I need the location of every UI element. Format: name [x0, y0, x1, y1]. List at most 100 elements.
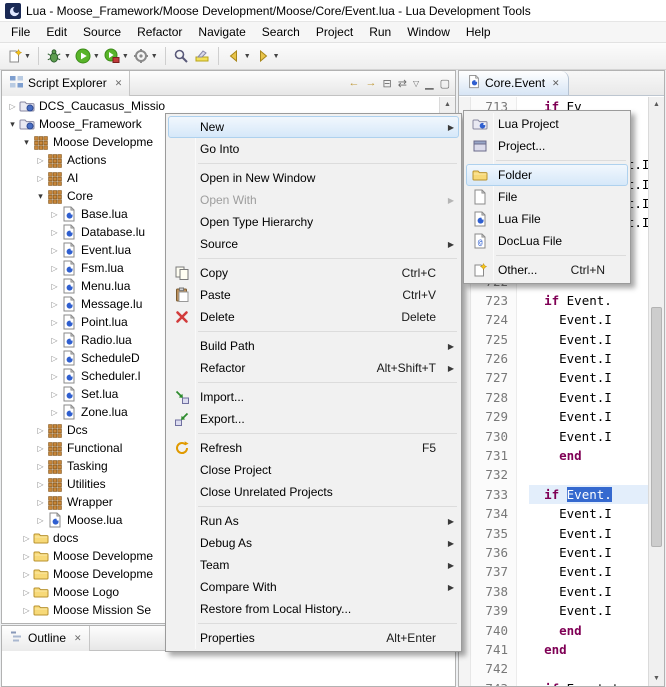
- menu-item-import[interactable]: Import...: [168, 386, 459, 408]
- menu-item-new[interactable]: New▶: [168, 116, 459, 138]
- external-tools-button[interactable]: ▼: [102, 45, 131, 67]
- close-icon[interactable]: ✕: [552, 78, 560, 89]
- menu-item-close-unrelated-projects[interactable]: Close Unrelated Projects: [168, 481, 459, 503]
- expand-arrow-icon[interactable]: ▷: [34, 498, 47, 507]
- menu-item-source[interactable]: Source▶: [168, 233, 459, 255]
- dropdown-caret-icon[interactable]: ▼: [122, 53, 129, 60]
- menu-item-copy[interactable]: CopyCtrl+C: [168, 262, 459, 284]
- close-icon[interactable]: ✕: [115, 78, 123, 89]
- menu-item-lua-file[interactable]: Lua File: [466, 208, 628, 230]
- menubar-edit[interactable]: Edit: [38, 23, 75, 41]
- expand-arrow-icon[interactable]: ▷: [20, 552, 33, 561]
- code-line-724[interactable]: 724 Event.I: [459, 310, 648, 329]
- code-line-739[interactable]: 739 Event.I: [459, 601, 648, 620]
- debug-button[interactable]: ▼: [44, 45, 73, 67]
- open-element-button[interactable]: [171, 45, 192, 67]
- expand-arrow-icon[interactable]: ▷: [34, 156, 47, 165]
- mark-occurrences-button[interactable]: [192, 45, 213, 67]
- tab-script-explorer[interactable]: Script Explorer ✕: [2, 71, 130, 96]
- expand-arrow-icon[interactable]: ▷: [48, 228, 61, 237]
- menu-item-project[interactable]: Project...: [466, 135, 628, 157]
- code-line-737[interactable]: 737 Event.I: [459, 562, 648, 581]
- expand-arrow-icon[interactable]: ▷: [48, 336, 61, 345]
- dropdown-caret-icon[interactable]: ▼: [273, 53, 280, 60]
- profile-button[interactable]: ▼: [131, 45, 160, 67]
- expand-arrow-icon[interactable]: ▷: [34, 426, 47, 435]
- code-line-730[interactable]: 730 Event.I: [459, 427, 648, 446]
- run-button[interactable]: ▼: [73, 45, 102, 67]
- menubar-project[interactable]: Project: [308, 23, 361, 41]
- collapse-arrow-icon[interactable]: ▾: [6, 119, 19, 130]
- code-line-728[interactable]: 728 Event.I: [459, 388, 648, 407]
- menu-item-compare-with[interactable]: Compare With▶: [168, 576, 459, 598]
- menu-item-refresh[interactable]: RefreshF5: [168, 437, 459, 459]
- expand-arrow-icon[interactable]: ▷: [48, 408, 61, 417]
- expand-arrow-icon[interactable]: ▷: [48, 318, 61, 327]
- menu-item-export[interactable]: Export...: [168, 408, 459, 430]
- collapse-arrow-icon[interactable]: ▾: [34, 191, 47, 202]
- collapse-arrow-icon[interactable]: ▾: [20, 137, 33, 148]
- back-nav-button[interactable]: ▼: [224, 45, 253, 67]
- code-line-725[interactable]: 725 Event.I: [459, 330, 648, 349]
- code-line-727[interactable]: 727 Event.I: [459, 368, 648, 387]
- new-wizard-button[interactable]: ▼: [4, 45, 33, 67]
- menu-item-run-as[interactable]: Run As▶: [168, 510, 459, 532]
- code-line-738[interactable]: 738 Event.I: [459, 582, 648, 601]
- menu-item-debug-as[interactable]: Debug As▶: [168, 532, 459, 554]
- menu-item-build-path[interactable]: Build Path▶: [168, 335, 459, 357]
- code-line-732[interactable]: 732: [459, 465, 648, 484]
- code-line-731[interactable]: 731 end: [459, 446, 648, 465]
- menu-item-delete[interactable]: DeleteDelete: [168, 306, 459, 328]
- menu-item-restore-from-local-history[interactable]: Restore from Local History...: [168, 598, 459, 620]
- menubar-search[interactable]: Search: [254, 23, 308, 41]
- code-line-735[interactable]: 735 Event.I: [459, 524, 648, 543]
- menu-item-open-type-hierarchy[interactable]: Open Type Hierarchy: [168, 211, 459, 233]
- menubar-window[interactable]: Window: [399, 23, 458, 41]
- menu-item-open-in-new-window[interactable]: Open in New Window: [168, 167, 459, 189]
- code-line-726[interactable]: 726 Event.I: [459, 349, 648, 368]
- scroll-up-icon[interactable]: ▲: [649, 97, 664, 112]
- code-line-742[interactable]: 742: [459, 659, 648, 678]
- menu-item-other[interactable]: Other...Ctrl+N: [466, 259, 628, 281]
- dropdown-caret-icon[interactable]: ▼: [93, 53, 100, 60]
- menubar-navigate[interactable]: Navigate: [190, 23, 253, 41]
- code-line-740[interactable]: 740 end: [459, 621, 648, 640]
- menu-item-lua-project[interactable]: Lua Project: [466, 113, 628, 135]
- menubar-source[interactable]: Source: [75, 23, 129, 41]
- menu-item-file[interactable]: File: [466, 186, 628, 208]
- view-menu-icon[interactable]: ▽: [413, 79, 419, 88]
- expand-arrow-icon[interactable]: ▷: [20, 570, 33, 579]
- editor-scrollbar[interactable]: ▲ ▼: [648, 97, 664, 686]
- expand-arrow-icon[interactable]: ▷: [48, 372, 61, 381]
- back-icon[interactable]: ←: [349, 77, 360, 89]
- menu-item-close-project[interactable]: Close Project: [168, 459, 459, 481]
- expand-arrow-icon[interactable]: ▷: [48, 264, 61, 273]
- menu-item-doclua-file[interactable]: @DocLua File: [466, 230, 628, 252]
- expand-arrow-icon[interactable]: ▷: [48, 210, 61, 219]
- code-line-734[interactable]: 734 Event.I: [459, 504, 648, 523]
- dropdown-caret-icon[interactable]: ▼: [24, 53, 31, 60]
- minimize-icon[interactable]: ▁: [425, 77, 433, 90]
- close-icon[interactable]: ✕: [74, 633, 82, 644]
- tab-outline[interactable]: Outline ✕: [2, 626, 90, 651]
- expand-arrow-icon[interactable]: ▷: [20, 534, 33, 543]
- link-with-editor-icon[interactable]: ⇄: [398, 77, 407, 90]
- menu-item-refactor[interactable]: RefactorAlt+Shift+T▶: [168, 357, 459, 379]
- code-line-729[interactable]: 729 Event.I: [459, 407, 648, 426]
- expand-arrow-icon[interactable]: ▷: [20, 588, 33, 597]
- expand-arrow-icon[interactable]: ▷: [34, 516, 47, 525]
- expand-arrow-icon[interactable]: ▷: [34, 462, 47, 471]
- menubar-refactor[interactable]: Refactor: [129, 23, 190, 41]
- expand-arrow-icon[interactable]: ▷: [48, 354, 61, 363]
- menu-item-team[interactable]: Team▶: [168, 554, 459, 576]
- tab-core-event[interactable]: Core.Event ✕: [459, 71, 569, 95]
- forward-icon[interactable]: →: [366, 77, 377, 89]
- menu-item-folder[interactable]: Folder: [466, 164, 628, 186]
- maximize-icon[interactable]: ▢: [440, 77, 450, 90]
- expand-arrow-icon[interactable]: ▷: [48, 282, 61, 291]
- scroll-down-icon[interactable]: ▼: [649, 671, 664, 686]
- forward-nav-button[interactable]: ▼: [253, 45, 282, 67]
- expand-arrow-icon[interactable]: ▷: [48, 300, 61, 309]
- dropdown-caret-icon[interactable]: ▼: [244, 53, 251, 60]
- menubar-run[interactable]: Run: [361, 23, 399, 41]
